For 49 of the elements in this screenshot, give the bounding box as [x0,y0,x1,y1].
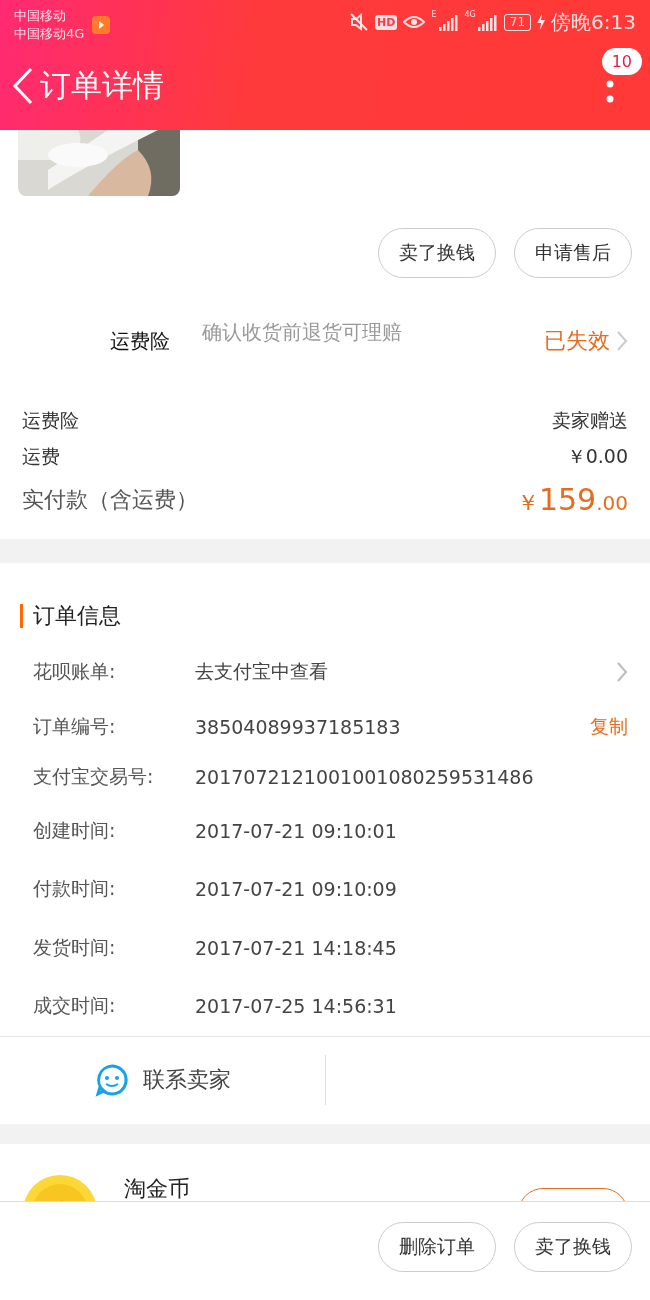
carrier-name: 中国移动4G [14,24,85,43]
carrier-name: 中国移动 [14,6,67,25]
info-value: 2017-07-21 09:10:09 [195,878,397,901]
action-button[interactable]: 卖了换钱 [378,228,496,278]
action-button[interactable]: 删除订单 [378,1221,496,1272]
info-label: 订单编号: [33,713,117,739]
signal-icon [477,13,498,31]
signal-icon [438,13,459,31]
info-label: 成交时间: [33,993,117,1019]
coins-title: 淘金币 [124,1174,190,1201]
info-value: 2017-07-25 14:56:31 [195,995,397,1018]
info-label: 创建时间: [33,817,117,843]
network-type: E [431,10,437,19]
info-label: 花呗账单: [33,659,117,685]
info-value: 38504089937185183 [195,715,401,738]
more-icon[interactable] [606,80,614,104]
eye-icon [403,14,426,30]
chevron-right-icon [616,330,628,352]
cost-label: 运费险 [22,408,79,433]
info-value: 2017-07-21 14:18:45 [195,936,397,959]
back-icon[interactable] [12,66,34,105]
info-label: 发货时间: [33,934,117,960]
info-label: 付款时间: [33,876,117,902]
total-price: ￥159.00 [516,482,628,518]
info-value: 2017072121001001080259531486 [195,765,534,788]
mute-icon [349,12,370,32]
insurance-label: 运费险 [110,328,171,355]
section-title: 订单信息 [33,601,121,630]
network-type: 4G [464,10,476,19]
contact-seller-button[interactable]: 联系卖家 [0,1055,326,1105]
insurance-description: 确认收货前退货可理赔 [202,319,403,346]
action-button[interactable]: 申请售后 [514,228,632,278]
action-button[interactable]: 卖了换钱 [514,1221,632,1272]
message-count-badge: 10 [601,48,642,75]
cost-value: ￥0.00 [566,444,628,469]
hd-indicator: HD [375,14,398,30]
video-app-icon [92,15,111,34]
info-label: 支付宝交易号: [33,763,155,789]
info-value[interactable]: 去支付宝中查看 [195,659,328,686]
page-title: 订单详情 [40,65,164,105]
chat-icon [94,1063,129,1097]
battery-indicator: 71 [503,13,532,31]
cost-label: 运费 [22,444,60,469]
info-value: 2017-07-21 09:10:01 [195,819,397,842]
chevron-right-icon [616,661,628,684]
cost-value: 卖家赠送 [552,408,628,433]
clock: 傍晚6:13 [551,8,636,36]
total-label: 实付款（含运费） [22,486,198,514]
charging-icon [537,14,546,30]
